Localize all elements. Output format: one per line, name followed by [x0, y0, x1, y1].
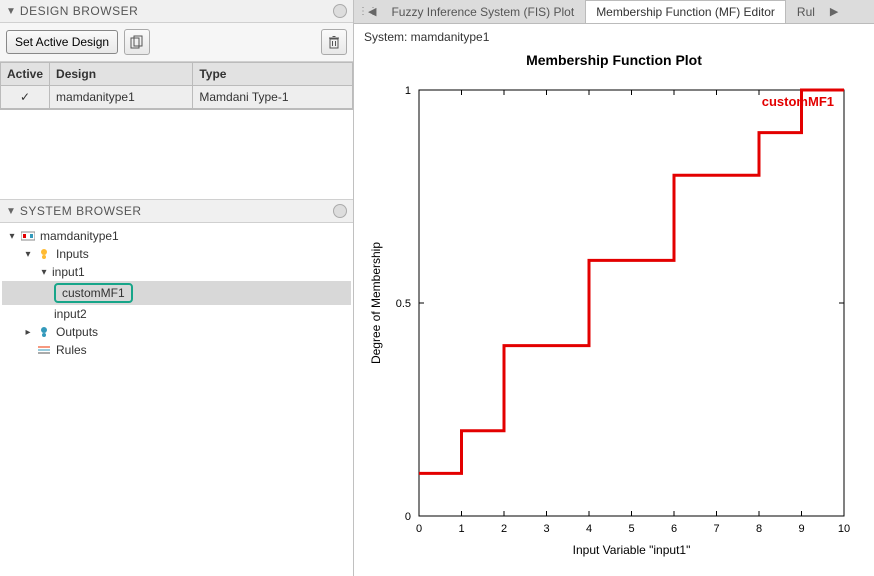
cell-type: Mamdani Type-1 — [193, 86, 353, 109]
svg-text:2: 2 — [501, 523, 507, 535]
table-empty-area — [0, 109, 353, 199]
table-row[interactable]: ✓ mamdanitype1 Mamdani Type-1 — [1, 86, 353, 109]
svg-text:Degree of Membership: Degree of Membership — [369, 242, 383, 364]
collapse-icon[interactable]: ▼ — [6, 206, 16, 217]
tree-rules-label: Rules — [56, 343, 87, 357]
svg-text:0.5: 0.5 — [396, 298, 411, 310]
svg-text:8: 8 — [756, 523, 762, 535]
svg-text:0: 0 — [405, 511, 411, 523]
inputs-icon — [36, 247, 52, 261]
svg-text:5: 5 — [628, 523, 634, 535]
copy-icon[interactable] — [124, 29, 150, 55]
cell-design: mamdanitype1 — [50, 86, 193, 109]
cell-active: ✓ — [1, 86, 50, 109]
svg-text:Input Variable "input1": Input Variable "input1" — [573, 543, 691, 557]
tree-rules[interactable]: Rules — [2, 341, 351, 359]
tree-custommf1[interactable]: customMF1 — [2, 281, 351, 305]
chevron-right-icon[interactable]: ▸ — [22, 327, 34, 338]
fis-icon — [20, 229, 36, 243]
svg-text:1: 1 — [405, 85, 411, 97]
tree-outputs[interactable]: ▸ Outputs — [2, 323, 351, 341]
tab-rules[interactable]: Rul — [786, 0, 826, 23]
design-browser-header: ▼ DESIGN BROWSER — [0, 0, 353, 23]
tree-inputs-label: Inputs — [56, 247, 89, 261]
svg-text:customMF1: customMF1 — [762, 94, 834, 109]
set-active-design-button[interactable]: Set Active Design — [6, 30, 118, 54]
mf-chart: 0 1 2 3 4 5 6 7 8 9 10 0 0.5 1 Input Variable "input1"… — [364, 72, 864, 562]
system-tree: ▾ mamdanitype1 ▾ Inputs ▾ input1 customM… — [0, 223, 353, 576]
tree-input2-label: input2 — [54, 307, 87, 321]
col-active[interactable]: Active — [1, 63, 50, 86]
tree-input1-label: input1 — [52, 265, 85, 279]
system-browser-header: ▼ SYSTEM BROWSER — [0, 200, 353, 223]
trash-icon[interactable] — [321, 29, 347, 55]
outputs-icon — [36, 325, 52, 339]
tree-input2[interactable]: input2 — [2, 305, 351, 323]
plot-title: Membership Function Plot — [354, 50, 874, 72]
col-type[interactable]: Type — [193, 63, 353, 86]
system-browser-title: SYSTEM BROWSER — [20, 204, 333, 218]
design-toolbar: Set Active Design — [0, 23, 353, 62]
rules-icon — [36, 343, 52, 357]
collapse-icon[interactable]: ▼ — [6, 6, 16, 17]
design-browser-title: DESIGN BROWSER — [20, 4, 333, 18]
tree-input1[interactable]: ▾ input1 — [2, 263, 351, 281]
tree-inputs[interactable]: ▾ Inputs — [2, 245, 351, 263]
panel-options-icon[interactable] — [333, 4, 347, 18]
svg-text:6: 6 — [671, 523, 677, 535]
tree-custommf1-label: customMF1 — [54, 283, 133, 303]
tab-bar: ⋮⋮ ◀ Fuzzy Inference System (FIS) Plot M… — [354, 0, 874, 24]
svg-text:4: 4 — [586, 523, 592, 535]
col-design[interactable]: Design — [50, 63, 193, 86]
tree-root[interactable]: ▾ mamdanitype1 — [2, 227, 351, 245]
svg-text:10: 10 — [838, 523, 850, 535]
tree-outputs-label: Outputs — [56, 325, 98, 339]
tree-root-label: mamdanitype1 — [40, 229, 119, 243]
chevron-down-icon[interactable]: ▾ — [22, 249, 34, 260]
tab-mf[interactable]: Membership Function (MF) Editor — [585, 0, 786, 23]
design-table: Active Design Type ✓ mamdanitype1 Mamdan… — [0, 62, 353, 109]
svg-text:7: 7 — [713, 523, 719, 535]
panel-options-icon[interactable] — [333, 204, 347, 218]
svg-text:3: 3 — [543, 523, 549, 535]
tab-fis[interactable]: Fuzzy Inference System (FIS) Plot — [380, 0, 585, 23]
scroll-right-icon[interactable]: ▶ — [826, 5, 842, 18]
svg-text:1: 1 — [458, 523, 464, 535]
scroll-left-icon[interactable]: ◀ — [364, 5, 380, 18]
chevron-down-icon[interactable]: ▾ — [38, 267, 50, 278]
svg-text:9: 9 — [798, 523, 804, 535]
svg-text:0: 0 — [416, 523, 422, 535]
chevron-down-icon[interactable]: ▾ — [6, 231, 18, 242]
system-label: System: mamdanitype1 — [354, 24, 874, 50]
